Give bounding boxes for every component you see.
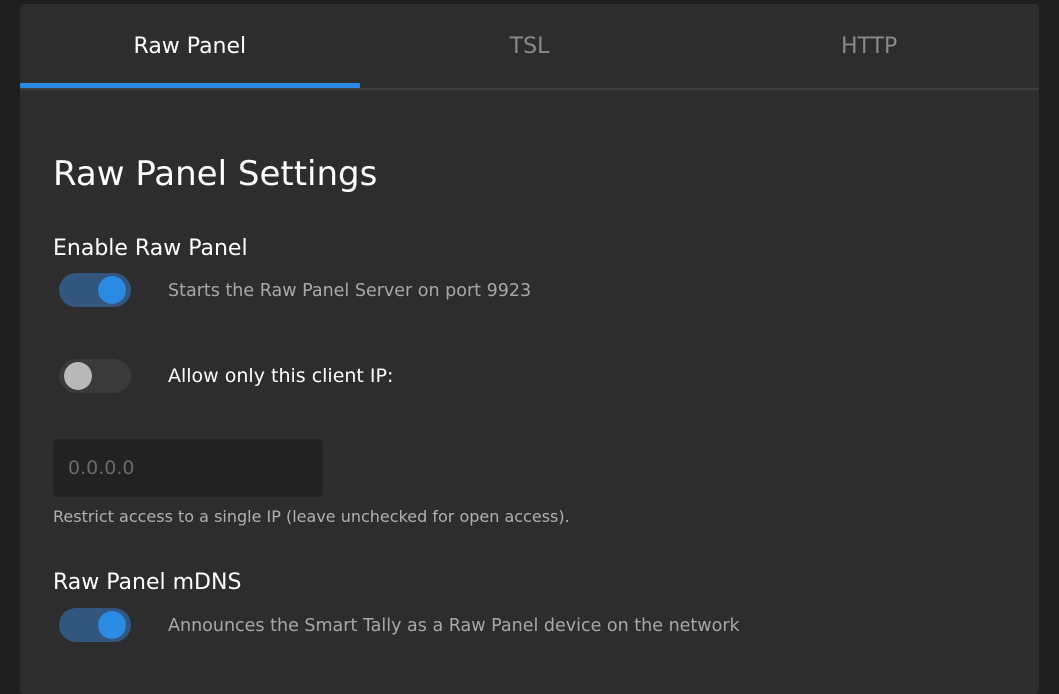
enable-raw-panel-description: Starts the Raw Panel Server on port 9923	[168, 281, 532, 301]
tab-tsl[interactable]: TSL	[360, 4, 700, 88]
page-title: Raw Panel Settings	[53, 154, 378, 194]
toggle-knob	[64, 362, 92, 390]
allow-client-ip-toggle[interactable]	[59, 359, 131, 393]
raw-panel-mdns-toggle[interactable]	[59, 608, 131, 642]
tab-divider	[20, 88, 1039, 90]
tab-raw-panel[interactable]: Raw Panel	[20, 4, 360, 88]
toggle-knob	[98, 611, 126, 639]
enable-raw-panel-label: Enable Raw Panel	[53, 236, 248, 261]
tab-bar: Raw Panel TSL HTTP	[20, 4, 1039, 88]
enable-raw-panel-toggle[interactable]	[59, 273, 131, 307]
settings-panel: Raw Panel TSL HTTP Raw Panel Settings En…	[20, 4, 1039, 694]
raw-panel-mdns-label: Raw Panel mDNS	[53, 570, 242, 595]
toggle-knob	[98, 276, 126, 304]
client-ip-hint: Restrict access to a single IP (leave un…	[53, 507, 570, 526]
client-ip-input[interactable]	[53, 439, 323, 497]
raw-panel-mdns-description: Announces the Smart Tally as a Raw Panel…	[168, 616, 740, 636]
allow-client-ip-label: Allow only this client IP:	[168, 365, 394, 387]
tab-http[interactable]: HTTP	[699, 4, 1039, 88]
